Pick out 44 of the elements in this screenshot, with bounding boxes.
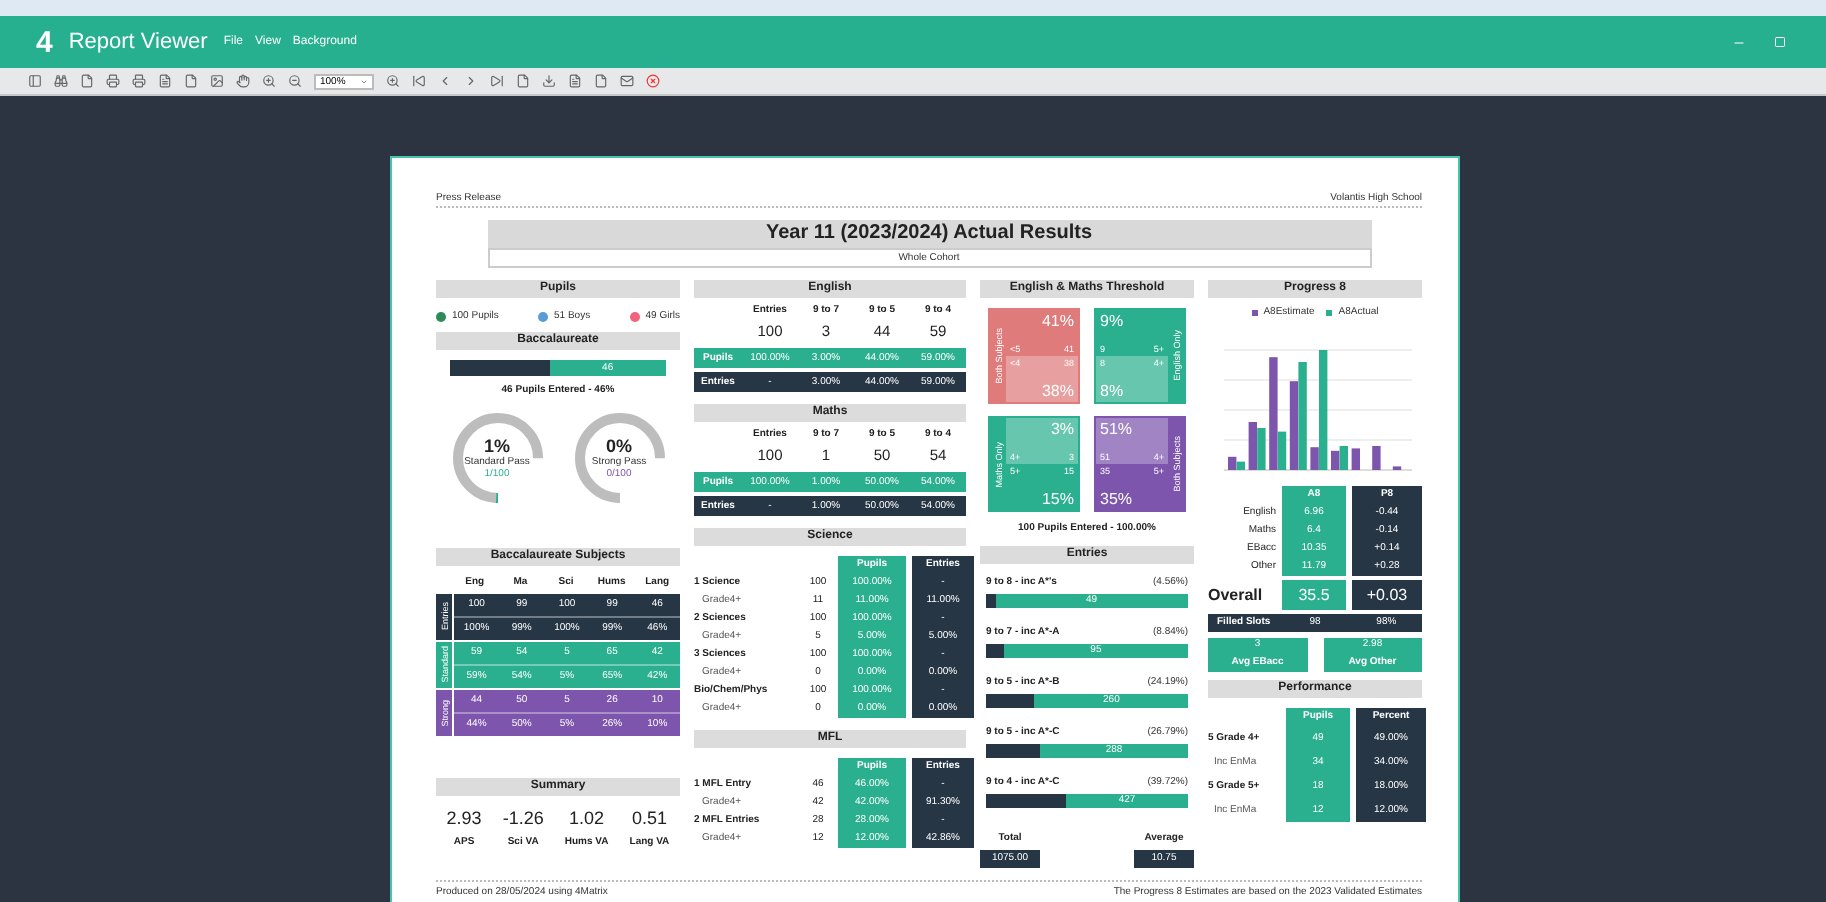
maximize-icon[interactable] [1774,35,1786,47]
summary-value: 1.02 [569,808,605,828]
page-icon[interactable] [516,74,530,88]
report-title: Year 11 (2023/2024) Actual Results [487,220,1371,248]
binoculars-icon[interactable] [54,74,68,88]
tile-percent: 41% [1039,312,1074,330]
page-icon[interactable] [184,74,198,88]
summary-value: -1.26 [502,808,544,828]
tile-percent: 9% [1100,312,1126,330]
document-icon[interactable] [158,74,172,88]
gauge-value: 0% [605,436,632,456]
export-icon[interactable] [542,74,556,88]
page-icon[interactable] [80,74,94,88]
window-title: Report Viewer [68,30,208,54]
tile-percent: 38% [1039,382,1074,400]
overall-label: Overall [1208,584,1265,608]
summary-value: 0.51 [631,808,667,828]
last-page-icon[interactable] [490,74,504,88]
tile-percent: 51% [1100,420,1135,438]
image-icon[interactable] [210,74,224,88]
overall-value: 35.5 [1282,580,1346,610]
printer-icon[interactable] [132,74,146,88]
printer-icon[interactable] [106,74,120,88]
previous-icon[interactable] [438,74,452,88]
zoom-in-icon[interactable] [262,74,276,88]
first-page-icon[interactable] [412,74,426,88]
summary-value: 2.93 [446,808,482,828]
stop-icon[interactable] [646,74,660,88]
tile-percent: 3% [1048,420,1074,438]
mail-icon[interactable] [620,74,634,88]
gauge-value: 1% [483,436,510,456]
document-icon[interactable] [568,74,582,88]
zoom-out-icon[interactable] [288,74,302,88]
tile-percent: 15% [1039,490,1074,508]
overall-value: +0.03 [1352,580,1422,610]
gauge-ring [569,408,669,508]
gauge-ring [447,408,547,508]
zoom-in-icon[interactable] [386,74,400,88]
app-logo: 4 [36,25,53,59]
next-icon[interactable] [464,74,478,88]
tile-percent: 35% [1100,490,1135,508]
panel-icon[interactable] [28,74,42,88]
tile-percent: 8% [1100,382,1126,400]
hand-icon[interactable] [236,74,250,88]
